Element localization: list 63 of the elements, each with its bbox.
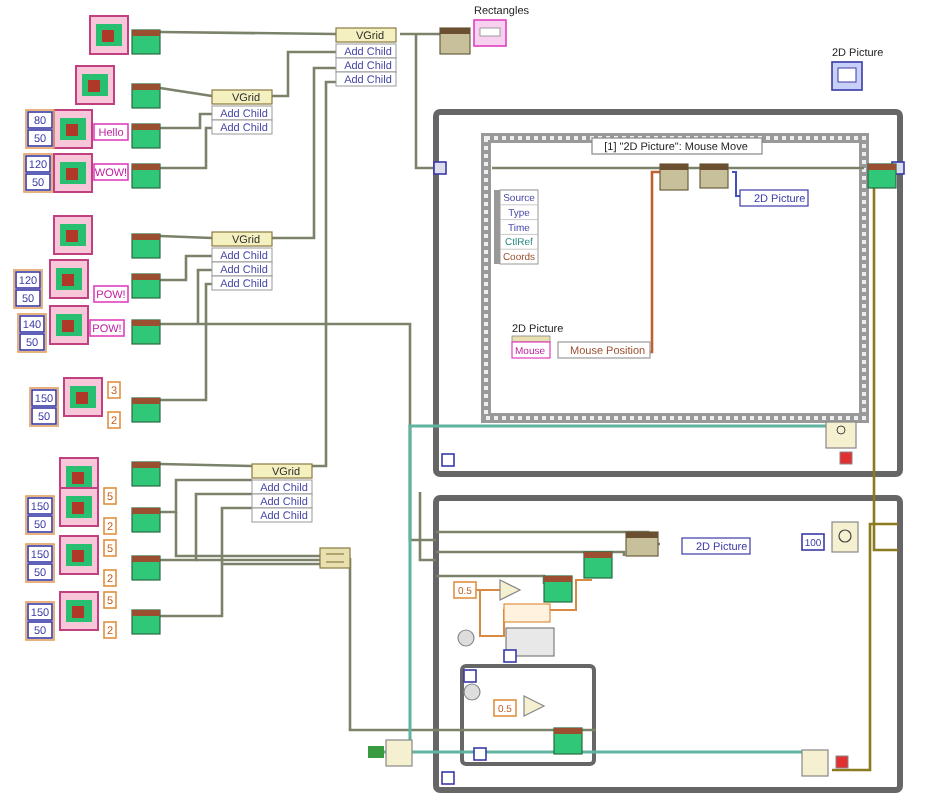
or-node-icon (385, 739, 413, 767)
class-constant-icon (59, 591, 99, 631)
bundle-node-icon (319, 547, 351, 569)
subvi-icon (659, 163, 689, 191)
cluster-constant (13, 269, 43, 309)
class-constant-icon (63, 377, 103, 417)
cluster-constant (25, 109, 55, 149)
boolean-constant-icon (368, 746, 384, 758)
stop-condition-icon (825, 421, 857, 449)
create-node-icon (131, 461, 161, 487)
wait-timer-icon (831, 521, 859, 553)
wire (159, 86, 213, 98)
event-data-node (494, 189, 539, 265)
write-node-icon (553, 727, 583, 755)
iteration-terminal-icon (441, 771, 455, 785)
class-constant-icon (59, 535, 99, 575)
count-terminal-icon (463, 669, 477, 683)
color-constant-icon (503, 649, 517, 663)
random-number-icon (457, 629, 475, 647)
stop-terminal-icon (835, 755, 849, 769)
shift-register-icon (433, 161, 447, 175)
write-node-icon (583, 551, 613, 579)
create-node-icon (131, 319, 161, 345)
cluster-constant (23, 153, 53, 193)
subvi-icon (699, 163, 729, 189)
create-node-icon (131, 609, 161, 635)
iteration-terminal-icon (473, 747, 487, 761)
wire (159, 234, 213, 240)
cluster-constant (25, 495, 55, 535)
create-node-icon (131, 29, 161, 55)
create-node-icon (131, 397, 161, 423)
class-constant-icon (53, 109, 93, 149)
picture-control-icon (831, 61, 863, 91)
class-constant-icon (53, 153, 93, 193)
create-node-icon (131, 83, 161, 109)
stop-condition-icon (801, 749, 829, 777)
class-constant-icon (53, 215, 93, 255)
cluster-constant (17, 313, 47, 353)
class-constant-icon (49, 305, 89, 345)
create-node-icon (131, 507, 161, 533)
iteration-terminal-icon (441, 453, 455, 467)
cluster-constant (25, 543, 55, 583)
class-constant-icon (59, 487, 99, 527)
cluster-constant (29, 387, 59, 427)
stop-terminal-icon (839, 451, 853, 465)
create-node-icon (131, 123, 161, 149)
create-node-icon (131, 233, 161, 259)
write-node-icon (543, 575, 573, 603)
create-node-icon (131, 163, 161, 189)
create-node-icon (131, 555, 161, 581)
multiply-icon (523, 695, 546, 717)
rectangles-indicator-icon (473, 19, 507, 47)
subvi-icon (625, 531, 659, 557)
class-constant-icon (89, 15, 129, 55)
create-node-icon (131, 273, 161, 299)
random-number-icon (463, 683, 481, 701)
set-method-icon (439, 27, 471, 55)
cluster-constant (25, 601, 55, 641)
class-constant-icon (49, 259, 89, 299)
multiply-icon (499, 579, 522, 601)
for-loop (460, 664, 596, 766)
create-node-icon (867, 163, 897, 189)
class-constant-icon (75, 65, 115, 105)
